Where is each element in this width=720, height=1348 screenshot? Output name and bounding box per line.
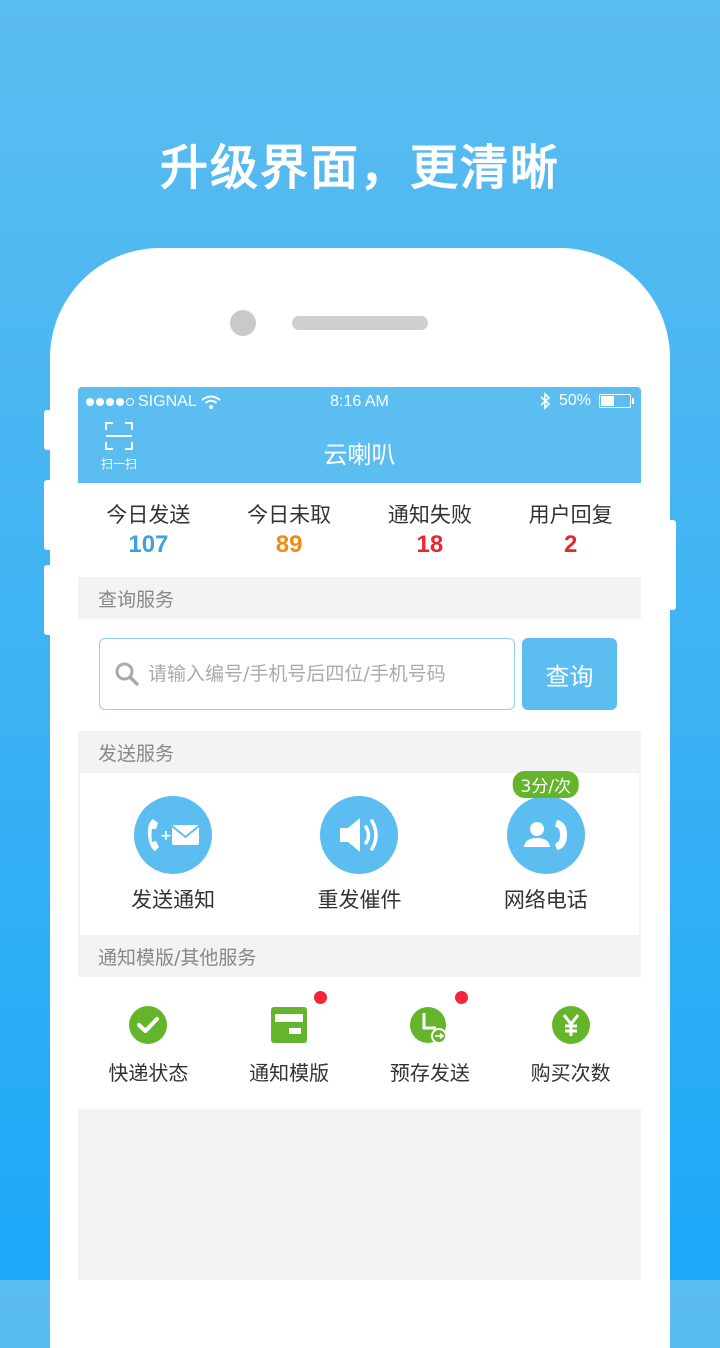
other-services-card: 快递状态 通知模版 预存发送 购买次数 — [78, 977, 641, 1109]
send-notice-button[interactable]: + 发送通知 — [80, 773, 266, 935]
send-services-card: + 发送通知 重发催件 3分/次 网络电话 — [80, 771, 639, 935]
stat-today-sent[interactable]: 今日发送 107 — [78, 483, 219, 577]
search-icon — [115, 662, 139, 686]
status-bar: SIGNAL 8:16 AM 50% — [78, 387, 641, 417]
notice-template-button[interactable]: 通知模版 — [219, 977, 360, 1109]
prestore-send-label: 预存发送 — [389, 1061, 470, 1085]
resend-reminder-button[interactable]: 重发催件 — [266, 773, 452, 935]
earpiece — [292, 316, 428, 330]
stat-label: 今日发送 — [106, 503, 191, 527]
template-card-icon — [269, 991, 328, 1045]
headline: 升级界面，更清晰 — [159, 140, 560, 196]
prestore-send-button[interactable]: 预存发送 — [360, 977, 501, 1109]
express-status-button[interactable]: 快递状态 — [78, 977, 219, 1109]
yuan-coin-icon — [551, 1005, 591, 1045]
scheduled-send-icon — [409, 991, 468, 1045]
stat-label: 通知失败 — [387, 503, 472, 527]
query-card: 查询 — [78, 619, 641, 731]
section-title-query: 查询服务 — [98, 589, 175, 611]
section-title-other: 通知模版/其他服务 — [98, 947, 257, 969]
stat-label: 用户回复 — [528, 503, 613, 527]
app-screen: SIGNAL 8:16 AM 50% 扫一扫 云喇叭 今日发送 107 今日未取… — [78, 387, 641, 1280]
stat-label: 今日未取 — [247, 503, 332, 527]
send-notice-label: 发送通知 — [131, 888, 216, 912]
page-title: 云喇叭 — [323, 441, 396, 469]
query-button[interactable]: 查询 — [522, 638, 617, 710]
buy-credits-button[interactable]: 购买次数 — [500, 977, 641, 1109]
phone-mail-icon: + — [134, 796, 213, 874]
battery-icon — [599, 394, 634, 408]
stat-notify-failed[interactable]: 通知失败 18 — [360, 483, 501, 577]
price-badge: 3分/次 — [512, 771, 580, 798]
search-input[interactable] — [146, 662, 510, 686]
stats-row: 今日发送 107 今日未取 89 通知失败 18 用户回复 2 — [78, 483, 641, 577]
resend-reminder-label: 重发催件 — [317, 888, 402, 912]
buy-credits-label: 购买次数 — [530, 1061, 611, 1085]
stat-value: 2 — [563, 531, 578, 558]
bluetooth-icon — [540, 392, 551, 410]
phone-side-button — [44, 480, 54, 550]
search-box[interactable] — [99, 638, 515, 710]
check-circle-icon — [128, 1005, 168, 1045]
svg-text:+: + — [160, 828, 172, 844]
stat-user-reply[interactable]: 用户回复 2 — [500, 483, 641, 577]
stat-value: 89 — [275, 531, 303, 558]
speaker-icon — [320, 796, 399, 874]
contact-call-icon — [506, 796, 585, 874]
section-title-send: 发送服务 — [98, 743, 175, 765]
network-call-button[interactable]: 3分/次 网络电话 — [453, 771, 639, 935]
express-status-label: 快递状态 — [108, 1061, 189, 1085]
network-call-label: 网络电话 — [503, 888, 588, 912]
phone-side-button — [666, 520, 676, 610]
battery-percent: 50% — [558, 392, 591, 409]
stat-value: 107 — [128, 531, 169, 558]
notice-template-label: 通知模版 — [249, 1061, 330, 1085]
phone-side-button — [44, 565, 54, 635]
phone-side-button — [44, 410, 54, 450]
stat-value: 18 — [416, 531, 444, 558]
stat-today-unpicked[interactable]: 今日未取 89 — [219, 483, 360, 577]
nav-bar: 扫一扫 云喇叭 — [78, 417, 641, 483]
notification-dot — [454, 991, 468, 1004]
notification-dot — [314, 991, 328, 1004]
camera-dot — [230, 310, 256, 336]
